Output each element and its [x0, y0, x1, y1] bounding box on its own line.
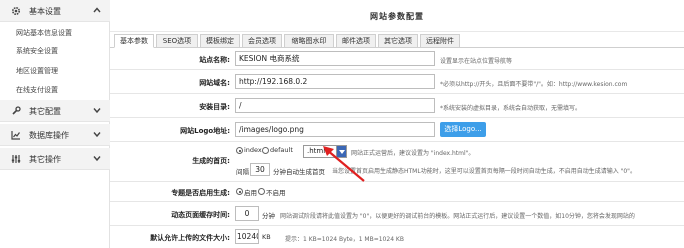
- max-upload-unit: KB: [262, 233, 271, 241]
- tab-mail[interactable]: 邮件选项: [336, 34, 376, 48]
- chevron-down-icon: [93, 132, 101, 138]
- cache-time-input[interactable]: 0: [235, 206, 259, 221]
- tab-member[interactable]: 会员选项: [242, 34, 282, 48]
- max-upload-input[interactable]: 10240: [235, 229, 259, 244]
- interval-suffix: 分钟自动生成首页: [273, 168, 325, 176]
- chevron-up-icon: [93, 7, 101, 13]
- radio-default-label: default: [270, 146, 293, 154]
- row-cache-time: 动态页面缓存时间: 0 分钟 网站调试阶段请将此值设置为 "0"，以便更好的调试…: [110, 202, 684, 226]
- install-dir-label: 安装目录:: [199, 103, 230, 111]
- install-dir-hint: *系统安装的虚拟目录，系统会自动获取，无需填写。: [440, 105, 582, 112]
- homepage-label: 生成的首页:: [192, 157, 230, 165]
- sidebar-section-database[interactable]: 数据库操作: [0, 124, 110, 146]
- cache-time-hint: 网站调试阶段请将此值设置为 "0"，以便更好的调试前台的模板。网站正式运行后，建…: [280, 213, 635, 220]
- tab-seo[interactable]: SEO选项: [156, 34, 198, 48]
- site-url-label: 网站域名:: [199, 79, 230, 87]
- site-url-hint: *必须以http://开头，且后面不要带"/"。如：http://www.kes…: [440, 81, 628, 88]
- cache-time-label: 动态页面缓存时间:: [171, 211, 230, 219]
- tab-watermark[interactable]: 缩略图水印: [284, 34, 334, 48]
- sidebar: 基本设置 网站基本信息设置 系统安全设置 地区设置管理 在线支付设置 其它配置 …: [0, 0, 110, 248]
- wrench-icon: [12, 106, 21, 115]
- radio-index-label: index: [244, 146, 262, 154]
- gear-icon: [11, 6, 21, 16]
- interval-hint: 当您设置首页启用生成静态HTML功能时，这里可以设置首页每隔一段时间自动生成，不…: [332, 168, 636, 175]
- chevron-down-icon: [93, 108, 101, 114]
- topic-gen-label: 专题是否启用生成:: [171, 189, 230, 197]
- logo-input[interactable]: /images/logo.png: [235, 122, 435, 137]
- row-max-upload: 默认允许上传的文件大小: 10240 KB 提示：1 KB=1024 Byte，…: [110, 226, 684, 248]
- choose-logo-button[interactable]: 选择Logo...: [440, 122, 486, 137]
- radio-topic-on-label: 启用: [244, 189, 257, 197]
- sidebar-section-basic[interactable]: 基本设置: [0, 0, 110, 22]
- cache-time-unit: 分钟: [262, 212, 275, 220]
- sidebar-item-region[interactable]: 地区设置管理: [16, 66, 58, 76]
- site-name-hint: 设置显示在站点位置导航等: [440, 58, 513, 65]
- radio-topic-off[interactable]: [258, 188, 265, 195]
- max-upload-label: 默认允许上传的文件大小:: [150, 234, 230, 242]
- interval-prefix: 间隔: [236, 168, 249, 176]
- radio-index[interactable]: [236, 147, 243, 154]
- radio-topic-on[interactable]: [236, 188, 243, 195]
- tab-template[interactable]: 模板绑定: [200, 34, 240, 48]
- row-site-name: 站点名称: KESION 电商系统 设置显示在站点位置导航等: [110, 48, 684, 70]
- sidebar-section-label: 基本设置: [29, 7, 61, 16]
- sidebar-item-payment[interactable]: 在线支付设置: [16, 85, 58, 95]
- site-name-label: 站点名称:: [199, 56, 230, 64]
- chart-icon: [11, 131, 20, 140]
- site-name-input[interactable]: KESION 电商系统: [235, 51, 435, 66]
- row-topic-gen: 专题是否启用生成: 启用 不启用: [110, 182, 684, 202]
- sidebar-item-security[interactable]: 系统安全设置: [16, 46, 58, 56]
- row-site-url: 网站域名: http://192.168.0.2 *必须以http://开头，且…: [110, 70, 684, 94]
- row-install-dir: 安装目录: / *系统安装的虚拟目录，系统会自动获取，无需填写。: [110, 94, 684, 118]
- row-logo: 网站Logo地址: /images/logo.png 选择Logo...: [110, 118, 684, 142]
- sliders-icon: [11, 155, 21, 163]
- sidebar-section-label: 其它配置: [29, 107, 61, 116]
- interval-input[interactable]: 30: [250, 163, 270, 176]
- sidebar-section-other-ops[interactable]: 其它操作: [0, 148, 110, 170]
- sidebar-section-other-config[interactable]: 其它配置: [0, 100, 110, 122]
- site-url-input[interactable]: http://192.168.0.2: [235, 74, 435, 89]
- row-homepage: 生成的首页: index default .html 网站正式运营后，建议设置为…: [110, 142, 684, 182]
- radio-topic-off-label: 不启用: [266, 189, 286, 197]
- tab-remote-attach[interactable]: 远程附件: [420, 34, 460, 48]
- sidebar-section-label: 其它操作: [29, 155, 61, 164]
- page-title: 网站参数配置: [370, 12, 424, 21]
- chevron-down-icon: [93, 156, 101, 162]
- radio-default[interactable]: [262, 147, 269, 154]
- sidebar-item-site-info[interactable]: 网站基本信息设置: [16, 28, 72, 38]
- title-bar: 网站参数配置: [110, 0, 684, 32]
- main-panel: 网站参数配置 基本参数 SEO选项 模板绑定 会员选项 缩略图水印 邮件选项 其…: [110, 0, 684, 248]
- install-dir-input[interactable]: /: [235, 98, 435, 113]
- max-upload-hint: 提示：1 KB=1024 Byte，1 MB=1024 KB: [285, 236, 404, 243]
- tab-basic[interactable]: 基本参数: [114, 34, 154, 48]
- tab-other[interactable]: 其它选项: [378, 34, 418, 48]
- sidebar-section-label: 数据库操作: [29, 131, 69, 140]
- red-arrow-annotation: [323, 146, 365, 182]
- logo-label: 网站Logo地址:: [180, 127, 230, 135]
